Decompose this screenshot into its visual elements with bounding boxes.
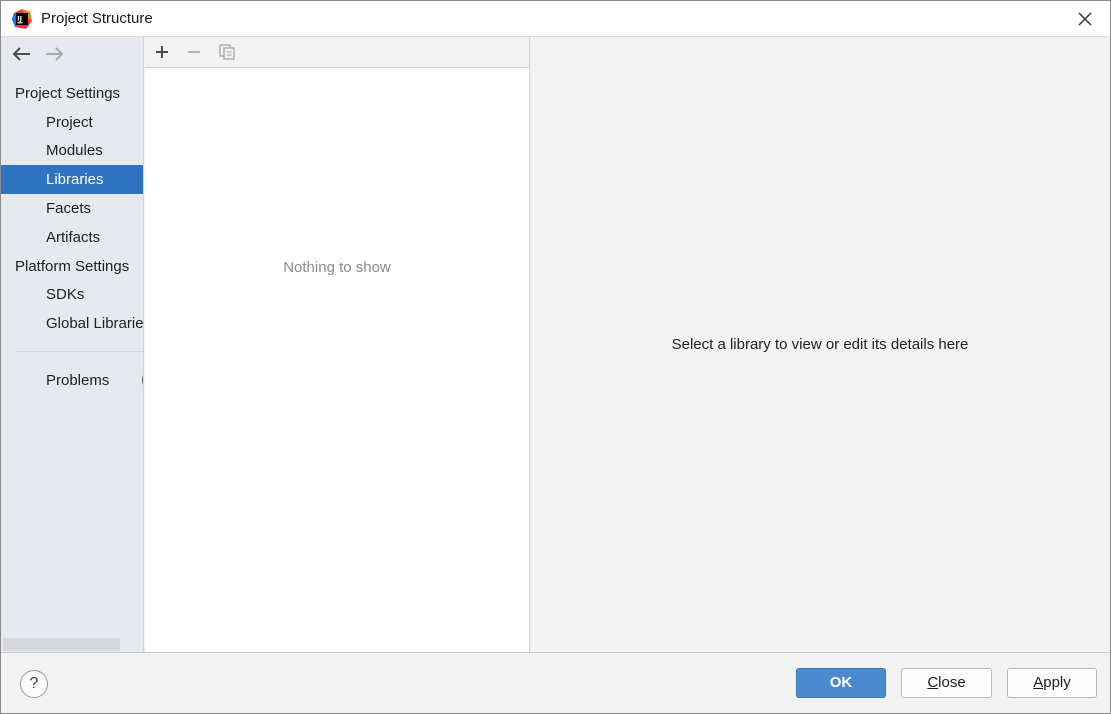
sidebar-divider xyxy=(15,351,143,352)
arrow-right-icon[interactable] xyxy=(43,45,65,63)
minus-icon[interactable] xyxy=(186,44,202,60)
apply-button-label: pply xyxy=(1043,674,1071,691)
settings-sidebar: Project Settings Project Modules Librari… xyxy=(1,37,144,652)
sidebar-item-artifacts[interactable]: Artifacts xyxy=(1,223,143,252)
sidebar-item-global-libraries[interactable]: Global Libraries xyxy=(1,309,143,338)
help-button[interactable]: ? xyxy=(20,670,48,698)
close-button[interactable]: Close xyxy=(901,668,992,698)
ok-button[interactable]: OK xyxy=(796,668,886,698)
apply-button-mnemonic: A xyxy=(1033,674,1044,691)
close-button-label: lose xyxy=(938,674,966,691)
window-title: Project Structure xyxy=(41,10,153,27)
sidebar-item-libraries[interactable]: Libraries xyxy=(1,165,143,194)
sidebar-item-problems[interactable]: Problems xyxy=(1,366,143,395)
sidebar-horizontal-scrollbar[interactable] xyxy=(3,638,120,651)
library-details-pane: Select a library to view or edit its det… xyxy=(530,37,1110,652)
libraries-list-pane: Nothing to show xyxy=(145,37,530,652)
title-bar: IJ Project Structure xyxy=(1,1,1110,37)
project-structure-dialog: IJ Project Structure Project Settings Pr… xyxy=(0,0,1111,714)
svg-text:IJ: IJ xyxy=(17,15,22,23)
arrow-left-icon[interactable] xyxy=(11,45,33,63)
sidebar-item-sdks[interactable]: SDKs xyxy=(1,280,143,309)
sidebar-item-modules[interactable]: Modules xyxy=(1,136,143,165)
sidebar-item-project[interactable]: Project xyxy=(1,108,143,137)
sidebar-item-facets[interactable]: Facets xyxy=(1,194,143,223)
copy-icon[interactable] xyxy=(218,43,236,61)
apply-button[interactable]: Apply xyxy=(1007,668,1097,698)
empty-list-message: Nothing to show xyxy=(283,259,391,276)
close-icon[interactable] xyxy=(1075,9,1095,29)
history-navigation xyxy=(1,37,143,71)
intellij-idea-icon: IJ xyxy=(12,9,32,29)
list-toolbar xyxy=(145,37,529,68)
section-header-project-settings: Project Settings xyxy=(15,85,121,102)
dialog-button-bar: ? OK Close Apply xyxy=(1,652,1110,713)
problems-count-badge: ( xyxy=(141,371,143,388)
plus-icon[interactable] xyxy=(154,44,170,60)
close-button-mnemonic: C xyxy=(927,674,939,691)
section-header-platform-settings: Platform Settings xyxy=(15,258,130,275)
details-placeholder: Select a library to view or edit its det… xyxy=(671,336,969,353)
